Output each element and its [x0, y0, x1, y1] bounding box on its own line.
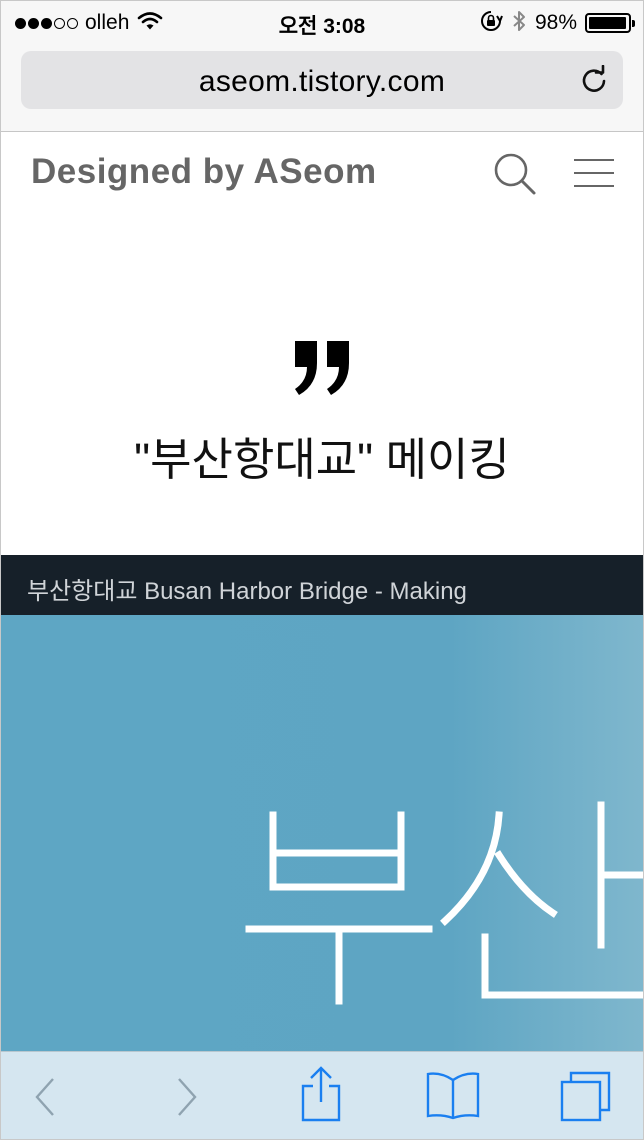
closing-quote-icon	[293, 339, 353, 397]
hamburger-menu-icon[interactable]	[573, 156, 615, 192]
bookmarks-icon[interactable]	[425, 1070, 481, 1125]
status-right: 98%	[479, 9, 635, 38]
reload-icon[interactable]	[579, 64, 609, 95]
battery-level-fill	[589, 17, 627, 29]
address-bar[interactable]: aseom.tistory.com	[21, 51, 623, 109]
browser-toolbar	[1, 1051, 643, 1139]
search-icon[interactable]	[493, 152, 537, 196]
site-title[interactable]: Designed by ASeom	[31, 152, 377, 192]
post-image[interactable]	[1, 615, 643, 1051]
status-bar: olleh 오전 3:08 98%	[1, 1, 643, 45]
orientation-lock-icon	[479, 9, 503, 38]
bluetooth-icon	[511, 9, 527, 38]
phone-screen: olleh 오전 3:08 98% aseom.tistory.com Desi…	[0, 0, 644, 1140]
site-header: Designed by ASeom	[1, 132, 643, 216]
image-caption-bar: 부산항대교 Busan Harbor Bridge - Making	[1, 555, 643, 615]
back-icon[interactable]	[31, 1076, 61, 1123]
tabs-icon[interactable]	[559, 1070, 613, 1127]
browser-address-area: aseom.tistory.com	[1, 45, 643, 132]
forward-icon[interactable]	[171, 1076, 201, 1123]
url-text[interactable]: aseom.tistory.com	[21, 65, 623, 99]
battery-icon	[585, 13, 635, 33]
share-icon[interactable]	[299, 1066, 343, 1127]
battery-percent: 98%	[534, 11, 577, 34]
post-title: "부산항대교" 메이킹	[134, 434, 510, 485]
image-caption: 부산항대교 Busan Harbor Bridge - Making	[27, 578, 467, 605]
post-image-artwork	[245, 801, 643, 1005]
